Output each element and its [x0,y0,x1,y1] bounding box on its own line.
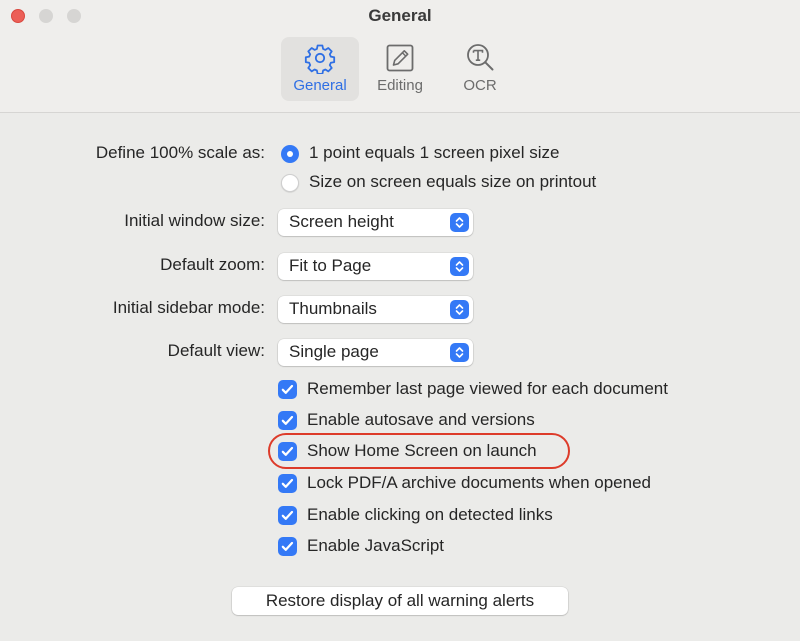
enable-detected-links-label[interactable]: Enable clicking on detected links [307,505,553,525]
default-view-label: Default view: [167,341,265,360]
lock-pdfa-label[interactable]: Lock PDF/A archive documents when opened [307,473,651,493]
default-zoom-value: Fit to Page [289,256,372,275]
show-home-screen-label[interactable]: Show Home Screen on launch [307,441,537,461]
enable-autosave-label[interactable]: Enable autosave and versions [307,410,535,430]
checkmark-icon [281,384,294,394]
scale-option-printout-radio[interactable] [281,174,299,192]
checkmark-icon [281,510,294,520]
updown-chevron-icon [450,343,469,362]
scale-option-printout-label[interactable]: Size on screen equals size on printout [309,172,596,192]
updown-chevron-icon [450,257,469,276]
enable-javascript-label[interactable]: Enable JavaScript [307,536,444,556]
tab-ocr[interactable]: OCR [441,37,519,101]
initial-window-size-popup[interactable]: Screen height [278,209,473,236]
window-title: General [368,6,432,25]
default-zoom-popup[interactable]: Fit to Page [278,253,473,280]
checkmark-icon [281,478,294,488]
checkmark-icon [281,446,294,456]
checkmark-icon [281,415,294,425]
remember-last-page-label[interactable]: Remember last page viewed for each docum… [307,379,668,399]
lock-pdfa-checkbox[interactable] [278,474,297,493]
default-view-popup[interactable]: Single page [278,339,473,366]
tab-editing-label: Editing [377,77,423,94]
initial-sidebar-mode-popup[interactable]: Thumbnails [278,296,473,323]
gear-icon [304,44,336,74]
tab-general-label: General [293,77,347,94]
tab-editing[interactable]: Editing [361,37,439,101]
enable-javascript-checkbox[interactable] [278,537,297,556]
pencil-square-icon [386,44,414,72]
text-magnifier-icon [467,44,494,71]
tab-general[interactable]: General [281,37,359,101]
default-view-value: Single page [289,342,379,361]
default-zoom-label: Default zoom: [160,255,265,274]
updown-chevron-icon [450,300,469,319]
show-home-screen-checkbox[interactable] [278,442,297,461]
restore-warning-alerts-button[interactable]: Restore display of all warning alerts [232,587,568,615]
initial-window-size-label: Initial window size: [124,211,265,230]
enable-detected-links-checkbox[interactable] [278,506,297,525]
remember-last-page-checkbox[interactable] [278,380,297,399]
updown-chevron-icon [450,213,469,232]
scale-label: Define 100% scale as: [95,143,265,162]
tab-ocr-label: OCR [463,77,497,94]
checkmark-icon [281,541,294,551]
scale-option-pixel-label[interactable]: 1 point equals 1 screen pixel size [309,143,559,163]
window-titlebar: General General Editing OCR [0,0,800,113]
enable-autosave-checkbox[interactable] [278,411,297,430]
initial-sidebar-mode-value: Thumbnails [289,299,377,318]
scale-option-pixel-radio[interactable] [281,145,299,163]
initial-window-size-value: Screen height [289,212,394,231]
initial-sidebar-mode-label: Initial sidebar mode: [112,298,265,317]
